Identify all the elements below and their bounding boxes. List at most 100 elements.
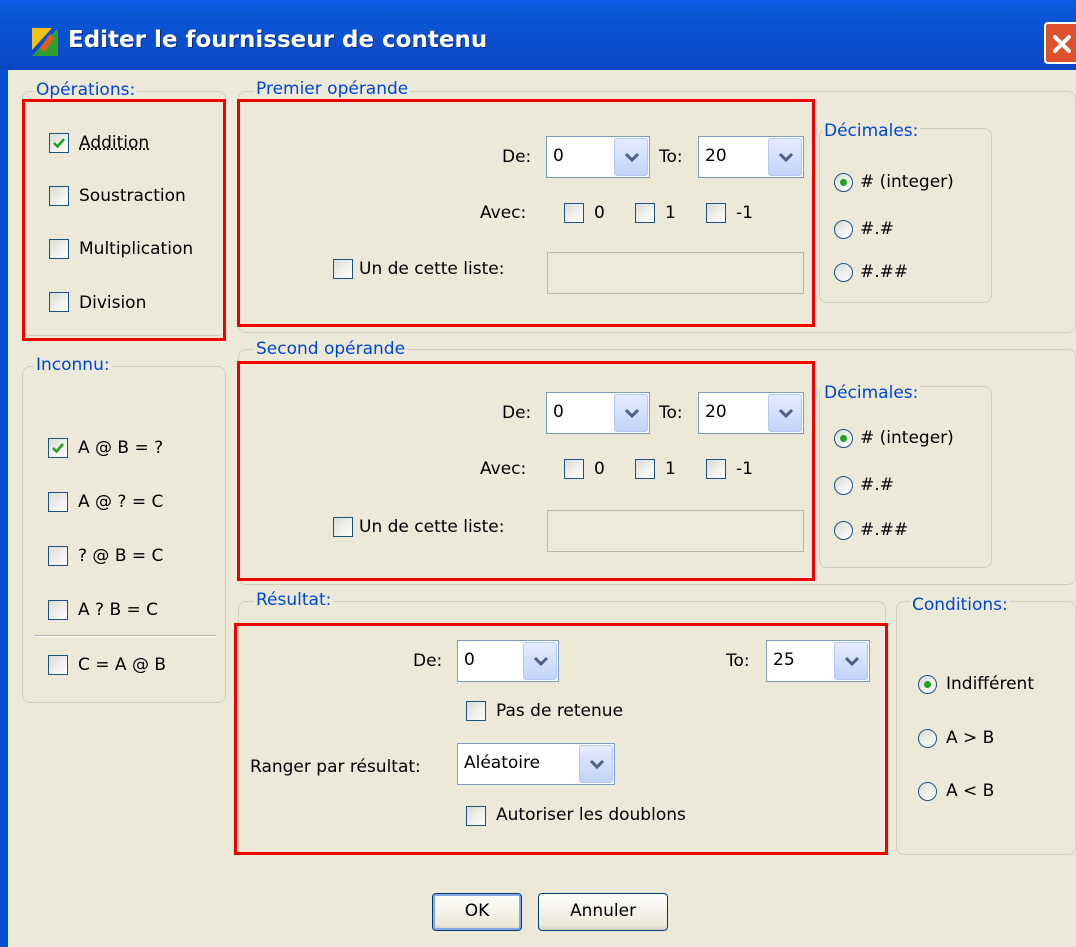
multiplication-label[interactable]: Multiplication bbox=[79, 238, 193, 260]
result-from-dropdown[interactable]: 0 bbox=[457, 640, 559, 682]
second-with-1-checkbox[interactable] bbox=[635, 459, 655, 479]
condition-indifferent-label[interactable]: Indifférent bbox=[946, 673, 1034, 695]
subtraction-checkbox[interactable] bbox=[49, 186, 69, 206]
unknown-a-op-b-checkbox[interactable] bbox=[48, 438, 68, 458]
first-from-dropdown[interactable]: 0 bbox=[546, 136, 650, 178]
condition-a-gt-b-radio[interactable] bbox=[918, 729, 937, 748]
first-list-field[interactable] bbox=[547, 252, 804, 294]
first-from-value: 0 bbox=[553, 146, 564, 166]
division-checkbox[interactable] bbox=[49, 292, 69, 312]
unknown-operator-checkbox[interactable] bbox=[48, 600, 68, 620]
second-decimals-integer-radio[interactable] bbox=[834, 429, 853, 448]
unknown-title: Inconnu: bbox=[34, 355, 112, 375]
chevron-down-icon bbox=[844, 656, 860, 667]
sort-by-result-label: Ranger par résultat: bbox=[250, 757, 421, 777]
first-to-label: To: bbox=[659, 147, 683, 167]
first-to-dropdown[interactable]: 20 bbox=[698, 136, 804, 178]
condition-a-lt-b-label[interactable]: A < B bbox=[946, 780, 994, 802]
first-decimals-two-label[interactable]: #.## bbox=[860, 261, 908, 283]
allow-duplicates-checkbox[interactable] bbox=[466, 806, 486, 826]
chevron-down-icon bbox=[624, 152, 640, 163]
second-decimals-one-label[interactable]: #.# bbox=[860, 474, 894, 496]
second-to-arrow[interactable] bbox=[768, 394, 802, 432]
second-to-dropdown[interactable]: 20 bbox=[698, 392, 804, 434]
second-to-label: To: bbox=[659, 403, 683, 423]
first-decimals-one-label[interactable]: #.# bbox=[860, 218, 894, 240]
second-list-field[interactable] bbox=[547, 510, 804, 552]
chevron-down-icon bbox=[533, 656, 549, 667]
no-carry-label[interactable]: Pas de retenue bbox=[496, 700, 623, 722]
first-decimals-title: Décimales: bbox=[822, 121, 921, 141]
chevron-down-icon bbox=[778, 152, 794, 163]
unknown-c-checkbox[interactable] bbox=[48, 655, 68, 675]
second-with-minus1-label[interactable]: -1 bbox=[736, 458, 753, 480]
check-icon bbox=[53, 138, 65, 149]
second-list-label[interactable]: Un de cette liste: bbox=[359, 516, 504, 538]
second-decimals-title: Décimales: bbox=[822, 383, 921, 403]
first-list-label[interactable]: Un de cette liste: bbox=[359, 258, 504, 280]
addition-label[interactable]: Addition bbox=[79, 132, 149, 154]
second-operand-title: Second opérande bbox=[254, 339, 408, 359]
second-list-checkbox[interactable] bbox=[333, 517, 353, 537]
first-from-label: De: bbox=[502, 147, 532, 167]
result-to-dropdown[interactable]: 25 bbox=[766, 640, 870, 682]
allow-duplicates-label[interactable]: Autoriser les doublons bbox=[496, 804, 686, 826]
window-border bbox=[0, 70, 8, 947]
second-decimals-integer-label[interactable]: # (integer) bbox=[860, 427, 954, 449]
condition-a-gt-b-label[interactable]: A > B bbox=[946, 727, 994, 749]
unknown-c-label[interactable]: C = A @ B bbox=[78, 654, 166, 676]
division-label[interactable]: Division bbox=[79, 292, 146, 314]
first-with-label: Avec: bbox=[480, 203, 527, 223]
cancel-button[interactable]: Annuler bbox=[538, 893, 668, 931]
second-decimals-two-radio[interactable] bbox=[834, 521, 853, 540]
second-decimals-two-label[interactable]: #.## bbox=[860, 519, 908, 541]
first-from-arrow[interactable] bbox=[614, 138, 648, 176]
condition-indifferent-radio[interactable] bbox=[918, 675, 937, 694]
unknown-a-checkbox[interactable] bbox=[48, 546, 68, 566]
second-with-minus1-checkbox[interactable] bbox=[706, 459, 726, 479]
sort-by-result-value: Aléatoire bbox=[464, 753, 541, 773]
first-decimals-integer-radio[interactable] bbox=[834, 173, 853, 192]
multiplication-checkbox[interactable] bbox=[49, 239, 69, 259]
first-list-checkbox[interactable] bbox=[333, 259, 353, 279]
first-with-0-label[interactable]: 0 bbox=[594, 202, 605, 224]
chevron-down-icon bbox=[589, 759, 605, 770]
first-with-1-checkbox[interactable] bbox=[635, 203, 655, 223]
second-with-0-label[interactable]: 0 bbox=[594, 458, 605, 480]
second-from-dropdown[interactable]: 0 bbox=[546, 392, 650, 434]
result-to-value: 25 bbox=[773, 650, 795, 670]
operations-title: Opérations: bbox=[34, 80, 138, 100]
first-with-minus1-label[interactable]: -1 bbox=[736, 202, 753, 224]
subtraction-label[interactable]: Soustraction bbox=[79, 185, 186, 207]
result-from-label: De: bbox=[413, 651, 443, 671]
first-with-1-label[interactable]: 1 bbox=[665, 202, 676, 224]
first-with-0-checkbox[interactable] bbox=[564, 203, 584, 223]
sort-by-result-arrow[interactable] bbox=[579, 745, 613, 783]
ok-button[interactable]: OK bbox=[432, 893, 522, 931]
result-from-arrow[interactable] bbox=[523, 642, 557, 680]
sort-by-result-dropdown[interactable]: Aléatoire bbox=[457, 743, 615, 785]
unknown-operator-label[interactable]: A ? B = C bbox=[78, 599, 158, 621]
unknown-a-label[interactable]: ? @ B = C bbox=[78, 545, 163, 567]
addition-checkbox[interactable] bbox=[49, 133, 69, 153]
second-with-1-label[interactable]: 1 bbox=[665, 458, 676, 480]
second-with-0-checkbox[interactable] bbox=[564, 459, 584, 479]
unknown-a-op-b-label[interactable]: A @ B = ? bbox=[78, 437, 163, 459]
first-to-arrow[interactable] bbox=[768, 138, 802, 176]
unknown-b-label[interactable]: A @ ? = C bbox=[78, 491, 163, 513]
first-decimals-integer-label[interactable]: # (integer) bbox=[860, 171, 954, 193]
close-button[interactable] bbox=[1044, 22, 1076, 64]
condition-a-lt-b-radio[interactable] bbox=[918, 782, 937, 801]
result-to-label: To: bbox=[726, 651, 750, 671]
unknown-b-checkbox[interactable] bbox=[48, 492, 68, 512]
first-with-minus1-checkbox[interactable] bbox=[706, 203, 726, 223]
no-carry-checkbox[interactable] bbox=[466, 701, 486, 721]
first-decimals-one-radio[interactable] bbox=[834, 220, 853, 239]
result-to-arrow[interactable] bbox=[834, 642, 868, 680]
second-decimals-one-radio[interactable] bbox=[834, 476, 853, 495]
dialog-window: Editer le fournisseur de contenu Opérati… bbox=[0, 0, 1076, 947]
app-icon bbox=[32, 28, 58, 56]
first-decimals-two-radio[interactable] bbox=[834, 263, 853, 282]
second-from-arrow[interactable] bbox=[614, 394, 648, 432]
unknown-separator bbox=[34, 635, 216, 637]
